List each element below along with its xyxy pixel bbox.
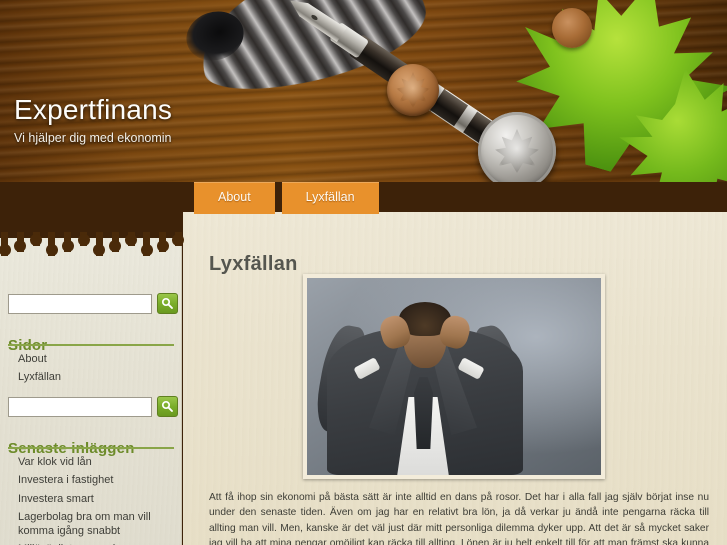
site-branding: Expertfinans Vi hjälper dig med ekonomin xyxy=(14,94,173,146)
torn-tooth xyxy=(93,232,106,256)
torn-tooth xyxy=(172,232,185,246)
search-input[interactable] xyxy=(8,396,152,417)
main-navigation: About Lyxfällan xyxy=(194,182,379,214)
torn-tooth xyxy=(61,232,74,252)
list-item[interactable]: Lagerbolag bra om man vill komma igång s… xyxy=(8,508,176,541)
torn-tooth xyxy=(125,232,137,246)
search-button[interactable] xyxy=(157,293,178,314)
torn-tooth xyxy=(109,232,122,252)
torn-tooth xyxy=(140,232,153,256)
torn-tooth xyxy=(0,232,11,256)
list-item[interactable]: Investera i fastighet xyxy=(8,471,176,489)
figure-tie xyxy=(414,377,433,449)
silver-coin-rim xyxy=(478,112,556,182)
list-item[interactable]: Var klok vid lån xyxy=(8,453,176,471)
search-button[interactable] xyxy=(157,396,178,417)
torn-tooth xyxy=(77,232,90,246)
main-content: Lyxfällan Att få ihop sin ekonomi på bäs… xyxy=(183,212,727,545)
header-hero-image xyxy=(0,0,727,182)
site-title: Expertfinans xyxy=(14,94,173,125)
torn-tooth xyxy=(45,232,58,256)
sidebar-item-lyxfallan[interactable]: Lyxfällan xyxy=(8,368,176,386)
search-icon xyxy=(161,297,173,309)
page-title: Lyxfällan xyxy=(209,253,298,276)
page-root: Expertfinans Vi hjälper dig med ekonomin… xyxy=(0,0,727,545)
site-tagline: Vi hjälper dig med ekonomin xyxy=(14,131,172,145)
search-icon xyxy=(161,400,173,412)
nav-tab-lyxfallan[interactable]: Lyxfällan xyxy=(281,182,379,214)
torn-tooth xyxy=(156,232,169,252)
notepad-torn-edge xyxy=(0,232,185,262)
post-featured-image xyxy=(303,274,605,479)
nav-tab-about[interactable]: About xyxy=(194,182,275,214)
list-item[interactable]: Investera smart xyxy=(8,490,176,508)
post-body-text: Att få ihop sin ekonomi på bästa sätt är… xyxy=(209,492,709,545)
copper-coin-icon xyxy=(387,64,439,116)
sidebar-divider xyxy=(8,447,174,449)
search-widget-bottom xyxy=(8,396,178,417)
list-item[interactable]: Miljövänligt sparande xyxy=(8,540,176,545)
sidebar-recent-list: Var klok vid lån Investera i fastighet I… xyxy=(8,453,176,545)
sidebar-pages-list: About Lyxfällan xyxy=(8,350,176,387)
torn-tooth xyxy=(30,232,43,246)
search-widget-top xyxy=(8,293,178,314)
copper-coin-icon xyxy=(552,8,592,48)
torn-tooth xyxy=(14,232,27,252)
sidebar-item-about[interactable]: About xyxy=(8,350,176,368)
sidebar-divider xyxy=(8,344,174,346)
sidebar: Sidor About Lyxfällan Senaste inläggen V… xyxy=(0,238,182,545)
search-input[interactable] xyxy=(8,293,152,314)
